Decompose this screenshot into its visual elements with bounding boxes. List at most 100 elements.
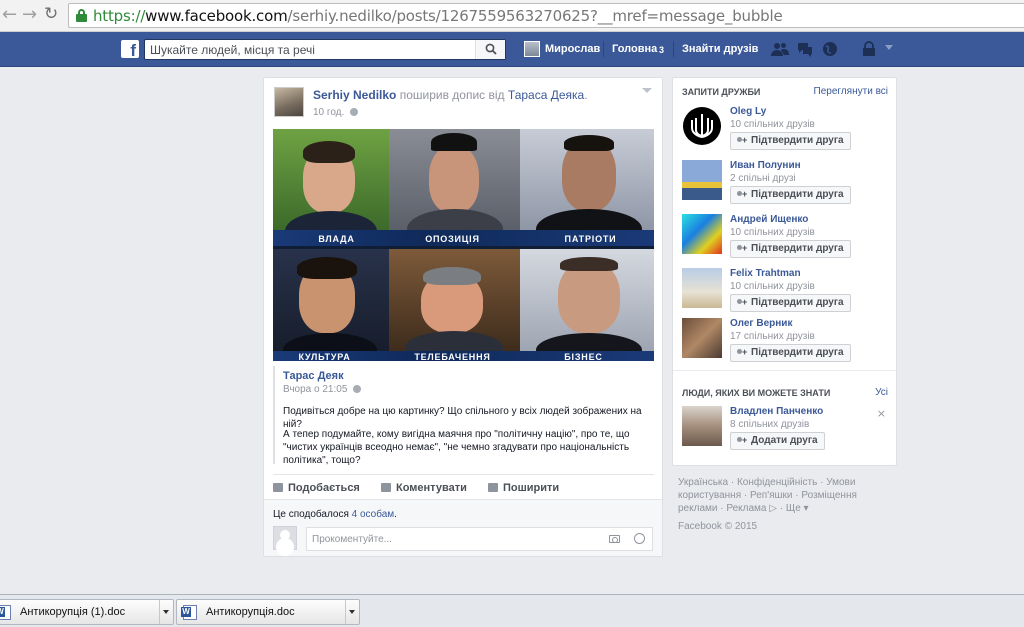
friend-request-item: Felix Trahtman 10 спільних друзів Підтве… — [682, 268, 892, 318]
shared-timestamp[interactable]: Вчора о 21:05 — [283, 384, 362, 395]
page-footer: Українська · Конфіденційність · Умови ко… — [678, 476, 878, 533]
collage-photo — [520, 249, 654, 351]
mutual-friends[interactable]: 2 спільні друзі — [730, 173, 796, 184]
search-button[interactable] — [475, 40, 505, 59]
downloads-bar: Антикорупція (1).doc Антикорупція.doc — [0, 594, 1024, 627]
search-box — [144, 39, 506, 60]
search-icon — [485, 43, 497, 55]
url-text: https://www.facebook.com/serhiy.nedilko/… — [93, 7, 783, 25]
friends-icon[interactable] — [771, 41, 789, 57]
profile-link[interactable]: Мирослав — [545, 43, 600, 55]
request-avatar[interactable] — [682, 106, 722, 146]
confirm-friend-button[interactable]: Підтвердити друга — [730, 344, 851, 362]
collage-label: БІЗНЕС — [564, 352, 603, 361]
collage-label: ПАТРІОТИ — [564, 234, 617, 244]
search-input[interactable] — [145, 40, 475, 59]
commenter-avatar — [273, 526, 297, 550]
find-friends-link[interactable]: Знайти друзів — [682, 43, 758, 55]
share-button[interactable]: Поширити — [488, 482, 559, 494]
add-friend-icon — [737, 294, 747, 310]
origin-author-link[interactable]: Тараса Деяка — [508, 88, 584, 102]
request-avatar[interactable] — [682, 160, 722, 200]
confirm-friend-button[interactable]: Підтвердити друга — [730, 132, 851, 150]
people-you-may-know-title: ЛЮДИ, ЯКИХ ВИ МОЖЕТЕ ЗНАТИ — [682, 388, 831, 398]
comment-box — [306, 527, 653, 551]
facebook-logo-icon[interactable]: f — [121, 40, 139, 58]
home-count-badge: 3 — [659, 45, 665, 55]
download-menu-chevron-icon[interactable] — [345, 600, 359, 624]
request-name-link[interactable]: Felix Trahtman — [730, 268, 801, 279]
suggestion-avatar[interactable] — [682, 406, 722, 446]
request-name-link[interactable]: Иван Полунин — [730, 160, 801, 171]
notifications-icon[interactable] — [821, 41, 839, 57]
like-button[interactable]: Подобається — [273, 482, 360, 494]
confirm-friend-button[interactable]: Підтвердити друга — [730, 240, 851, 258]
request-name-link[interactable]: Андрей Ищенко — [730, 214, 808, 225]
request-name-link[interactable]: Олег Верник — [730, 318, 792, 329]
request-avatar[interactable] — [682, 214, 722, 254]
collage-label: КУЛЬТУРА — [298, 352, 351, 361]
address-bar[interactable]: https://www.facebook.com/serhiy.nedilko/… — [68, 3, 1024, 28]
menu-caret-icon[interactable] — [885, 45, 893, 50]
download-menu-chevron-icon[interactable] — [159, 600, 173, 624]
shared-text-paragraph: А тепер подумайте, кому вигідна маячня п… — [283, 429, 630, 466]
add-friend-icon — [737, 186, 747, 202]
author-avatar[interactable] — [274, 87, 304, 117]
suggestion-name-link[interactable]: Владлен Панченко — [730, 406, 823, 417]
download-item[interactable]: Антикорупція (1).doc — [0, 599, 174, 625]
friend-request-item: Иван Полунин 2 спільні друзі Підтвердити… — [682, 160, 892, 210]
mutual-friends[interactable]: 17 спільних друзів — [730, 331, 815, 342]
user-avatar[interactable] — [524, 41, 540, 57]
confirm-friend-button[interactable]: Підтвердити друга — [730, 294, 851, 312]
comment-icon — [381, 483, 391, 492]
download-item[interactable]: Антикорупція.doc — [176, 599, 360, 625]
mutual-friends[interactable]: 10 спільних друзів — [730, 281, 815, 292]
camera-icon[interactable] — [609, 535, 620, 543]
emoji-icon[interactable] — [634, 533, 645, 544]
back-arrow-icon[interactable]: ← — [2, 4, 17, 25]
see-all-requests-link[interactable]: Переглянути всі — [814, 86, 888, 97]
forward-arrow-icon[interactable]: → — [22, 4, 37, 25]
reload-icon[interactable]: ↻ — [44, 4, 58, 24]
see-all-people-link[interactable]: Усі — [875, 387, 888, 398]
author-name-link[interactable]: Serhiy Nedilko — [313, 88, 396, 102]
mutual-friends[interactable]: 10 спільних друзів — [730, 119, 815, 130]
post-timestamp[interactable]: 10 год. — [313, 107, 359, 118]
collage-photo — [389, 129, 520, 230]
mutual-friends[interactable]: 8 спільних друзів — [730, 419, 809, 430]
sidebar-divider — [673, 370, 896, 371]
footer-links[interactable]: користування · Реп'яшки · Розміщення — [678, 489, 878, 502]
comment-button[interactable]: Коментувати — [381, 482, 467, 494]
footer-links[interactable]: Українська · Конфіденційність · Умови — [678, 476, 878, 489]
footer-links[interactable]: реклами · Реклама ▷ · Ще ▾ — [678, 502, 878, 515]
messages-icon[interactable] — [796, 41, 814, 57]
post-header: Serhiy Nedilko поширив допис від Тараса … — [313, 88, 588, 102]
request-name-link[interactable]: Oleg Ly — [730, 106, 766, 117]
copyright: Facebook © 2015 — [678, 521, 758, 532]
shared-post: Тарас Деяк Вчора о 21:05 Подивіться добр… — [273, 366, 654, 466]
friend-request-item: Олег Верник 17 спільних друзів Підтверди… — [682, 318, 892, 368]
add-friend-icon — [737, 240, 747, 256]
collage-label: ВЛАДА — [318, 234, 355, 244]
mutual-friends[interactable]: 10 спільних друзів — [730, 227, 815, 238]
download-file-name: Антикорупція.doc — [206, 606, 295, 618]
home-link[interactable]: Головна — [612, 43, 657, 55]
post-image-collage[interactable]: ВЛАДА ОПОЗИЦІЯ ПАТРІОТИ КУЛЬТУРА ТЕЛЕБАЧ… — [273, 129, 654, 361]
suggested-friend-item: Владлен Панченко 8 спільних друзів Додат… — [682, 406, 892, 456]
request-avatar[interactable] — [682, 318, 722, 358]
collage-photo — [273, 249, 389, 351]
privacy-icon[interactable] — [860, 41, 878, 57]
collage-photo — [273, 129, 389, 230]
shared-author-link[interactable]: Тарас Деяк — [283, 370, 344, 382]
comment-input[interactable] — [307, 528, 597, 550]
likers-link[interactable]: 4 особам — [352, 509, 395, 520]
globe-icon — [350, 108, 359, 116]
thumbs-up-icon — [273, 483, 283, 492]
request-avatar[interactable] — [682, 268, 722, 308]
right-sidebar: ЗАПИТИ ДРУЖБИ Переглянути всі Oleg Ly 10… — [672, 77, 897, 466]
add-friend-button[interactable]: Додати друга — [730, 432, 825, 450]
confirm-friend-button[interactable]: Підтвердити друга — [730, 186, 851, 204]
collage-label: ОПОЗИЦІЯ — [425, 234, 480, 244]
friend-requests-title: ЗАПИТИ ДРУЖБИ — [682, 87, 761, 97]
post-options-chevron-icon[interactable] — [642, 88, 652, 93]
